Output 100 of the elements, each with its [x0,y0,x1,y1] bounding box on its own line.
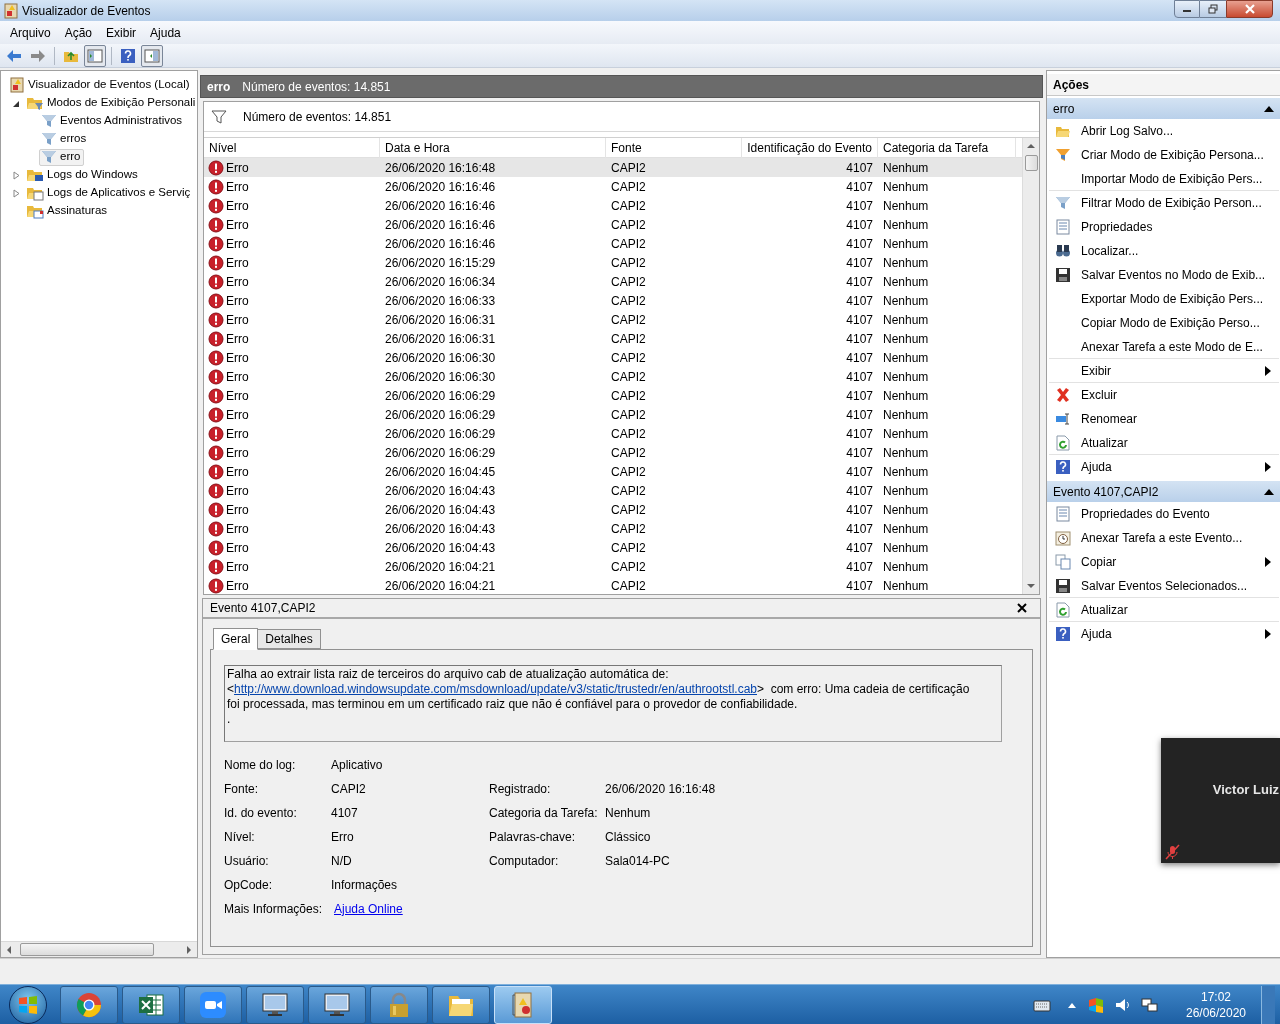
action-item[interactable]: Localizar... [1049,239,1279,263]
tree-item[interactable]: erros [39,130,91,148]
tree-item[interactable]: Visualizador de Eventos (Local) [7,76,194,94]
table-cell-text: CAPI2 [611,178,646,196]
filter-summary: Número de eventos: 14.851 [243,108,392,126]
table-cell-text: CAPI2 [611,520,646,538]
tree-item[interactable]: Assinaturas [24,202,112,220]
collapse-icon [1263,104,1275,113]
error-icon [208,425,224,442]
taskbar-button[interactable] [184,985,242,1024]
action-item[interactable]: Abrir Log Salvo... [1049,119,1279,143]
action-item[interactable]: Excluir [1049,383,1279,407]
action-item[interactable]: Filtrar Modo de Exibição Person... [1049,191,1279,215]
error-icon [208,520,224,537]
table-cell-text: 26/06/2020 16:04:43 [385,482,496,500]
tab[interactable]: Detalhes [258,629,321,649]
table-cell-text: Nenhum [883,349,929,367]
event-row[interactable]: Erro 26/06/2020 16:16:48 CAPI2 4107 Nenhum [204,158,1022,177]
tree-item[interactable]: Eventos Administrativos [39,112,187,130]
tree-item[interactable]: erro [39,148,85,166]
action-item[interactable]: Propriedades do Evento [1049,502,1279,526]
table-cell-text: 4107 [846,349,873,367]
close-icon [1243,4,1256,14]
action-item[interactable]: Exportar Modo de Exibição Pers... [1049,287,1279,311]
tab[interactable]: Geral [213,628,259,650]
table-cell-text: CAPI2 [611,197,646,215]
help-link[interactable]: Ajuda Online [334,902,403,916]
action-item[interactable]: Salvar Eventos Selecionados... [1049,574,1279,598]
minimize-button[interactable] [1174,0,1200,18]
table-cell-text: Nenhum [883,330,929,348]
maximize-button[interactable] [1200,0,1226,18]
show-desktop-button[interactable] [1261,985,1275,1024]
tree-item[interactable]: Modos de Exibição Personali [24,94,197,112]
scroll-thumb[interactable] [20,943,154,956]
table-cell-text: Nenhum [883,539,929,557]
section-header[interactable]: erro [1047,98,1280,119]
action-item[interactable]: Exibir [1049,359,1279,383]
table-cell-text: 26/06/2020 16:04:43 [385,501,496,519]
menu-item[interactable]: Ajuda [143,23,188,42]
action-item[interactable]: Criar Modo de Exibição Persona... [1049,143,1279,167]
delete-icon [1055,387,1071,403]
clock[interactable]: 17:02 26/06/2020 [1181,988,1251,1021]
section-header[interactable]: Evento 4107,CAPI2 [1047,481,1280,502]
action-item[interactable]: Salvar Eventos no Modo de Exib... [1049,263,1279,287]
error-icon [208,159,224,176]
menu-item[interactable]: Ação [57,23,100,42]
windows-logo-icon [18,994,38,1015]
floppy-icon [1055,267,1071,283]
details-title: Evento 4107,CAPI2 [210,600,316,617]
table-cell-text: Erro [226,368,249,386]
field-label: Nível: [224,829,256,846]
action-item[interactable]: Copiar Modo de Exibição Perso... [1049,311,1279,335]
table-cell-text: Nenhum [883,463,929,481]
close-button[interactable] [1226,0,1273,18]
tree-item[interactable]: Logs do Windows [24,166,142,184]
start-button[interactable] [9,985,47,1024]
action-item[interactable]: Ajuda [1049,622,1279,646]
menu-item[interactable]: Arquivo [3,23,58,42]
action-item[interactable]: Copiar [1049,550,1279,574]
action-item[interactable]: Renomear [1049,407,1279,431]
toolbar-button[interactable] [141,44,163,67]
error-icon [208,254,224,271]
taskbar-button[interactable] [246,985,304,1024]
table-cell-text: Erro [226,330,249,348]
table-cell-text: 26/06/2020 16:06:33 [385,292,496,310]
table-cell-text: Nenhum [883,254,929,272]
flag-icon [1087,996,1105,1013]
taskbar-button[interactable] [308,985,366,1024]
table-cell-text: Erro [226,520,249,538]
toolbar-button[interactable] [84,44,106,67]
tree-item[interactable]: Logs de Aplicativos e Serviç [24,184,195,202]
network-icon [1141,996,1159,1013]
table-cell-text: 4107 [846,577,873,594]
message-link[interactable]: http://www.download.windowsupdate.com/msdownload/update/v3/static/trustedr/en/authrootstl.cab [234,682,757,696]
action-item[interactable]: Ajuda [1049,455,1279,479]
menu-item[interactable]: Exibir [99,23,144,42]
field-label: Categoria da Tarefa: [489,805,599,822]
copy-icon [1055,554,1071,570]
taskbar-button[interactable] [370,985,428,1024]
table-cell-text: Nenhum [883,406,929,424]
error-icon [208,311,224,328]
horizontal-scrollbar[interactable] [1,941,197,957]
action-item[interactable]: Propriedades [1049,215,1279,239]
table-cell-text: Erro [226,577,249,594]
scroll-thumb[interactable] [1024,155,1038,171]
action-item[interactable]: Importar Modo de Exibição Pers... [1049,167,1279,191]
error-icon [208,216,224,233]
table-cell-text: Nenhum [883,482,929,500]
action-item[interactable]: Atualizar [1049,598,1279,622]
action-item[interactable]: Anexar Tarefa a este Evento... [1049,526,1279,550]
taskbar-button[interactable] [432,985,490,1024]
taskbar-button[interactable] [122,985,180,1024]
clock-date: 26/06/2020 [1185,1004,1247,1021]
taskbar-button[interactable] [60,985,118,1024]
table-cell-text: 4107 [846,254,873,272]
action-item[interactable]: Atualizar [1049,431,1279,455]
funnel-icon [41,149,57,165]
action-item[interactable]: Anexar Tarefa a este Modo de E... [1049,335,1279,359]
close-button[interactable] [1016,602,1028,614]
vertical-scrollbar[interactable] [1022,138,1039,594]
